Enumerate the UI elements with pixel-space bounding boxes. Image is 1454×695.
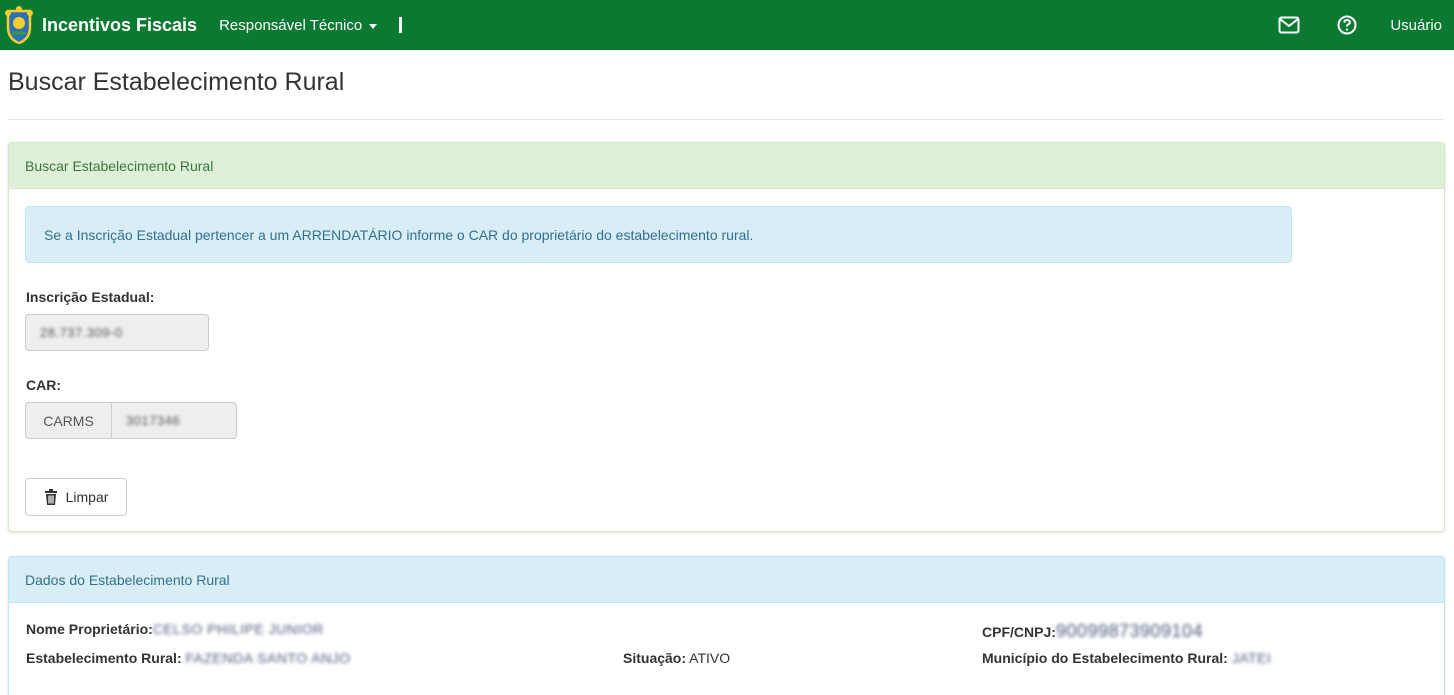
situacao-value: ATIVO [689,650,731,666]
situacao-label: Situação: [623,650,687,666]
data-panel-heading: Dados do Estabelecimento Rural [9,557,1444,603]
trash-icon [44,489,57,505]
owner-name-label: Nome Proprietário: [26,621,153,637]
state-coat-of-arms-logo [5,6,33,45]
brand-name: Incentivos Fiscais [42,14,198,35]
clear-button[interactable]: Limpar [25,478,127,516]
owner-name-value: CELSO PHILIPE JUNIOR [152,621,324,637]
car-input[interactable]: 3017346 [111,402,237,439]
info-alert-text: Se a Inscrição Estadual pertencer a um A… [44,226,754,243]
data-panel: Dados do Estabelecimento Rural Nome Prop… [8,556,1445,695]
page-title: Buscar Estabelecimento Rural [8,68,345,96]
clear-button-label: Limpar [65,489,109,505]
nav-separator [399,17,403,33]
nav-right: Usuário [1278,0,1454,50]
inscricao-estadual-input[interactable]: 28.737.309-0 [25,314,209,351]
inscricao-estadual-value: 28.737.309-0 [40,325,123,340]
municipio-field: Município do Estabelecimento Rural: JATE… [982,650,1271,666]
situacao-field: Situação: ATIVO [623,650,730,666]
cpf-cnpj-label: CPF/CNPJ: [982,624,1056,640]
help-icon[interactable] [1336,14,1358,36]
inscricao-estadual-label: Inscrição Estadual: [26,289,155,305]
mail-icon[interactable] [1278,14,1300,36]
estabelecimento-value: FAZENDA SANTO ANJO [185,650,351,666]
info-alert: Se a Inscrição Estadual pertencer a um A… [25,206,1292,263]
brand[interactable]: Incentivos Fiscais [0,0,197,50]
car-prefix-addon: CARMS [25,402,111,439]
search-panel-heading: Buscar Estabelecimento Rural [9,143,1444,189]
page-divider [8,119,1444,120]
estabelecimento-label: Estabelecimento Rural: [26,650,182,666]
car-label: CAR: [26,377,61,393]
cpf-cnpj-value: 90099873909104 [1055,621,1204,641]
car-input-group: CARMS 3017346 [25,402,237,439]
menu-label: Responsável Técnico [219,16,363,34]
municipio-label: Município do Estabelecimento Rural: [982,650,1228,666]
caret-down-icon [369,23,378,29]
responsavel-tecnico-menu[interactable]: Responsável Técnico [219,16,378,34]
owner-name-field: Nome Proprietário:CELSO PHILIPE JUNIOR [26,621,324,637]
user-menu[interactable]: Usuário [1390,17,1442,34]
car-value: 3017346 [126,413,181,428]
estabelecimento-field: Estabelecimento Rural: FAZENDA SANTO ANJ… [26,650,351,666]
municipio-value: JATEI [1231,650,1272,666]
search-panel: Buscar Estabelecimento Rural Se a Inscri… [8,142,1445,532]
cpf-cnpj-field: CPF/CNPJ:90099873909104 [982,621,1203,642]
top-navbar: Incentivos Fiscais Responsável Técnico U… [0,0,1454,50]
